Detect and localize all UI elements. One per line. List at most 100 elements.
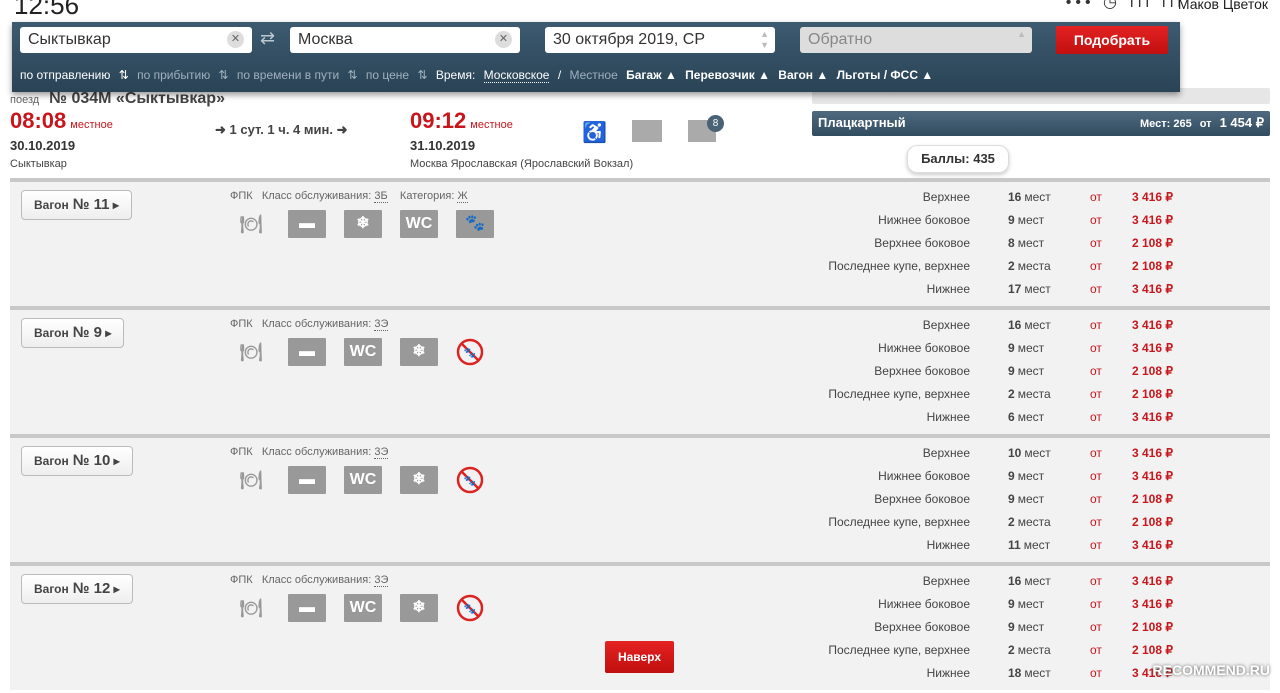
points-tooltip: Баллы: 435	[907, 145, 1009, 173]
seat-row[interactable]: Верхнее боковое 8 мест от 2 108 ₽	[800, 236, 1200, 259]
luggage-count-badge: 8	[707, 115, 724, 132]
food-icon: 🍽	[239, 470, 263, 490]
pets-icon: 🐾	[456, 210, 494, 238]
car-class-seats: Мест: 265	[1140, 118, 1192, 130]
time-moscow-link[interactable]: Московское	[483, 68, 550, 83]
separator: /	[557, 68, 562, 82]
wagon-section: Вагон № 9 ▸ ФПК Класс обслуживания: 3Э 🍽 ▬ WC…	[10, 306, 1270, 434]
ac-icon: ❄	[400, 466, 438, 494]
seat-row[interactable]: Верхнее 16 мест от 3 416 ₽	[800, 190, 1200, 213]
car-class-price: 1 454 ₽	[1219, 115, 1264, 130]
food-icon: 🍽	[239, 342, 263, 362]
seat-row[interactable]: Последнее купе, верхнее 2 места от 2 108 ₽	[800, 259, 1200, 282]
swap-icon[interactable]: ⇄	[260, 28, 275, 49]
to-input[interactable]: Москва ✕	[290, 27, 520, 53]
departure-time: 08:08 местное	[10, 108, 113, 133]
seat-row[interactable]: Последнее купе, верхнее 2 места от 2 108 ₽	[800, 643, 1200, 666]
car-class-platskart[interactable]: Плацкартный Мест: 265 от 1 454 ₽	[812, 111, 1270, 136]
food-icon: 🍽	[239, 598, 263, 618]
return-placeholder: Обратно	[808, 31, 873, 48]
seat-row[interactable]: Нижнее 18 мест от 3 416 ₽	[800, 666, 1200, 689]
baggage-icon: ▬	[288, 210, 326, 238]
seat-row[interactable]: Верхнее 16 мест от 3 416 ₽	[800, 574, 1200, 597]
seat-row[interactable]: Верхнее боковое 9 мест от 2 108 ₽	[800, 364, 1200, 387]
sort-arrival[interactable]: по прибытию ⇅	[137, 68, 228, 82]
wagon-list: Вагон № 11 ▸ ФПК Класс обслуживания: 3Б Ка…	[10, 178, 1270, 690]
seat-row[interactable]: Верхнее боковое 9 мест от 2 108 ₽	[800, 620, 1200, 643]
status-username: Маков Цветок	[1177, 0, 1268, 12]
no-pets-icon: 🐾	[456, 594, 484, 622]
search-button[interactable]: Подобрать	[1056, 26, 1168, 54]
svg-text:🐾: 🐾	[464, 475, 476, 487]
filter-carrier[interactable]: Перевозчик ▲	[685, 68, 770, 82]
to-value: Москва	[298, 31, 353, 48]
food-icon: 🍽	[239, 214, 263, 234]
return-date-input[interactable]: Обратно ▲	[800, 27, 1032, 53]
wagon-section: Вагон № 11 ▸ ФПК Класс обслуживания: 3Б Ка…	[10, 178, 1270, 306]
seat-row[interactable]: Нижнее боковое 9 мест от 3 416 ₽	[800, 597, 1200, 620]
time-label: Время:	[435, 68, 476, 82]
wagon-info: ФПК Класс обслуживания: 3Б Категория: Ж	[230, 190, 468, 203]
wheelchair-icon: ♿	[582, 122, 607, 144]
train-label: поезд	[10, 94, 40, 106]
date-value: 30 октября 2019, СР	[553, 31, 706, 48]
ac-icon: ❄	[400, 594, 438, 622]
status-time: 12:56	[14, 0, 80, 20]
svg-text:🐾: 🐾	[464, 603, 476, 615]
wagon-button[interactable]: Вагон № 10 ▸	[21, 446, 133, 476]
arrival-date: 31.10.2019	[410, 138, 476, 153]
wagon-info: ФПК Класс обслуживания: 3Э	[230, 446, 389, 459]
watermark: RECOMMEND.RU	[1152, 662, 1270, 678]
wc-icon: WC	[344, 466, 382, 494]
scroll-top-button[interactable]: Наверх	[605, 641, 674, 673]
time-local-link[interactable]: Местное	[570, 68, 618, 82]
train-info: поезд № 034М «Сыктывкар» 08:08 местное 30.…	[10, 90, 810, 178]
baggage-icon: ▬	[288, 594, 326, 622]
clear-from-icon[interactable]: ✕	[227, 31, 244, 48]
date-stepper-icon[interactable]: ▲ ▼	[760, 29, 769, 51]
date-input[interactable]: 30 октября 2019, СР ▲ ▼	[545, 27, 775, 53]
wagon-button[interactable]: Вагон № 11 ▸	[21, 190, 132, 220]
arrival-time: 09:12 местное	[410, 108, 513, 133]
seat-row[interactable]: Нижнее боковое 9 мест от 3 416 ₽	[800, 341, 1200, 364]
from-input[interactable]: Сыктывкар ✕	[20, 27, 252, 53]
wagon-section: Вагон № 10 ▸ ФПК Класс обслуживания: 3Э 🍽 ▬ W…	[10, 434, 1270, 562]
sort-departure[interactable]: по отправлению ⇅	[20, 68, 129, 82]
seat-row[interactable]: Нижнее боковое 9 мест от 3 416 ₽	[800, 469, 1200, 492]
departure-date: 30.10.2019	[10, 138, 76, 153]
baggage-icon	[632, 120, 662, 142]
ac-icon: ❄	[400, 338, 438, 366]
seat-row[interactable]: Верхнее 10 мест от 3 416 ₽	[800, 446, 1200, 469]
ac-icon: ❄	[344, 210, 382, 238]
wagon-button[interactable]: Вагон № 12 ▸	[21, 574, 133, 604]
departure-station: Сыктывкар	[10, 158, 67, 170]
sort-duration[interactable]: по времени в пути ⇅	[237, 68, 358, 82]
no-pets-icon: 🐾	[456, 466, 484, 494]
seat-row[interactable]: Последнее купе, верхнее 2 места от 2 108 ₽	[800, 387, 1200, 410]
seat-row[interactable]: Нижнее 6 мест от 3 416 ₽	[800, 410, 1200, 433]
clear-to-icon[interactable]: ✕	[495, 31, 512, 48]
from-value: Сыктывкар	[28, 31, 111, 48]
seat-row[interactable]: Нижнее 17 мест от 3 416 ₽	[800, 282, 1200, 305]
wc-icon: WC	[344, 338, 382, 366]
filter-benefits[interactable]: Льготы / ФСС ▲	[837, 68, 934, 82]
baggage-icon: ▬	[288, 338, 326, 366]
sort-price[interactable]: по цене ⇅	[366, 68, 428, 82]
seat-row[interactable]: Верхнее боковое 9 мест от 2 108 ₽	[800, 492, 1200, 515]
train-number[interactable]: № 034М «Сыктывкар»	[49, 90, 225, 107]
status-icons: ••• ◷ ıll ıll	[1065, 0, 1185, 11]
seat-row[interactable]: Нижнее 11 мест от 3 416 ₽	[800, 538, 1200, 561]
seat-row[interactable]: Нижнее боковое 9 мест от 3 416 ₽	[800, 213, 1200, 236]
baggage-icon: ▬	[288, 466, 326, 494]
filter-bar: по отправлению ⇅ по прибытию ⇅ по времен…	[20, 68, 938, 83]
filter-wagon[interactable]: Вагон ▲	[778, 68, 828, 82]
wagon-info: ФПК Класс обслуживания: 3Э	[230, 574, 389, 587]
svg-text:🐾: 🐾	[464, 347, 476, 359]
wagon-info: ФПК Класс обслуживания: 3Э	[230, 318, 389, 331]
return-stepper-icon[interactable]: ▲	[1017, 29, 1026, 40]
filter-baggage[interactable]: Багаж ▲	[626, 68, 677, 82]
seat-row[interactable]: Последнее купе, верхнее 2 места от 2 108 ₽	[800, 515, 1200, 538]
seat-row[interactable]: Верхнее 16 мест от 3 416 ₽	[800, 318, 1200, 341]
wagon-button[interactable]: Вагон № 9 ▸	[21, 318, 125, 348]
car-class-name: Плацкартный	[818, 115, 906, 130]
